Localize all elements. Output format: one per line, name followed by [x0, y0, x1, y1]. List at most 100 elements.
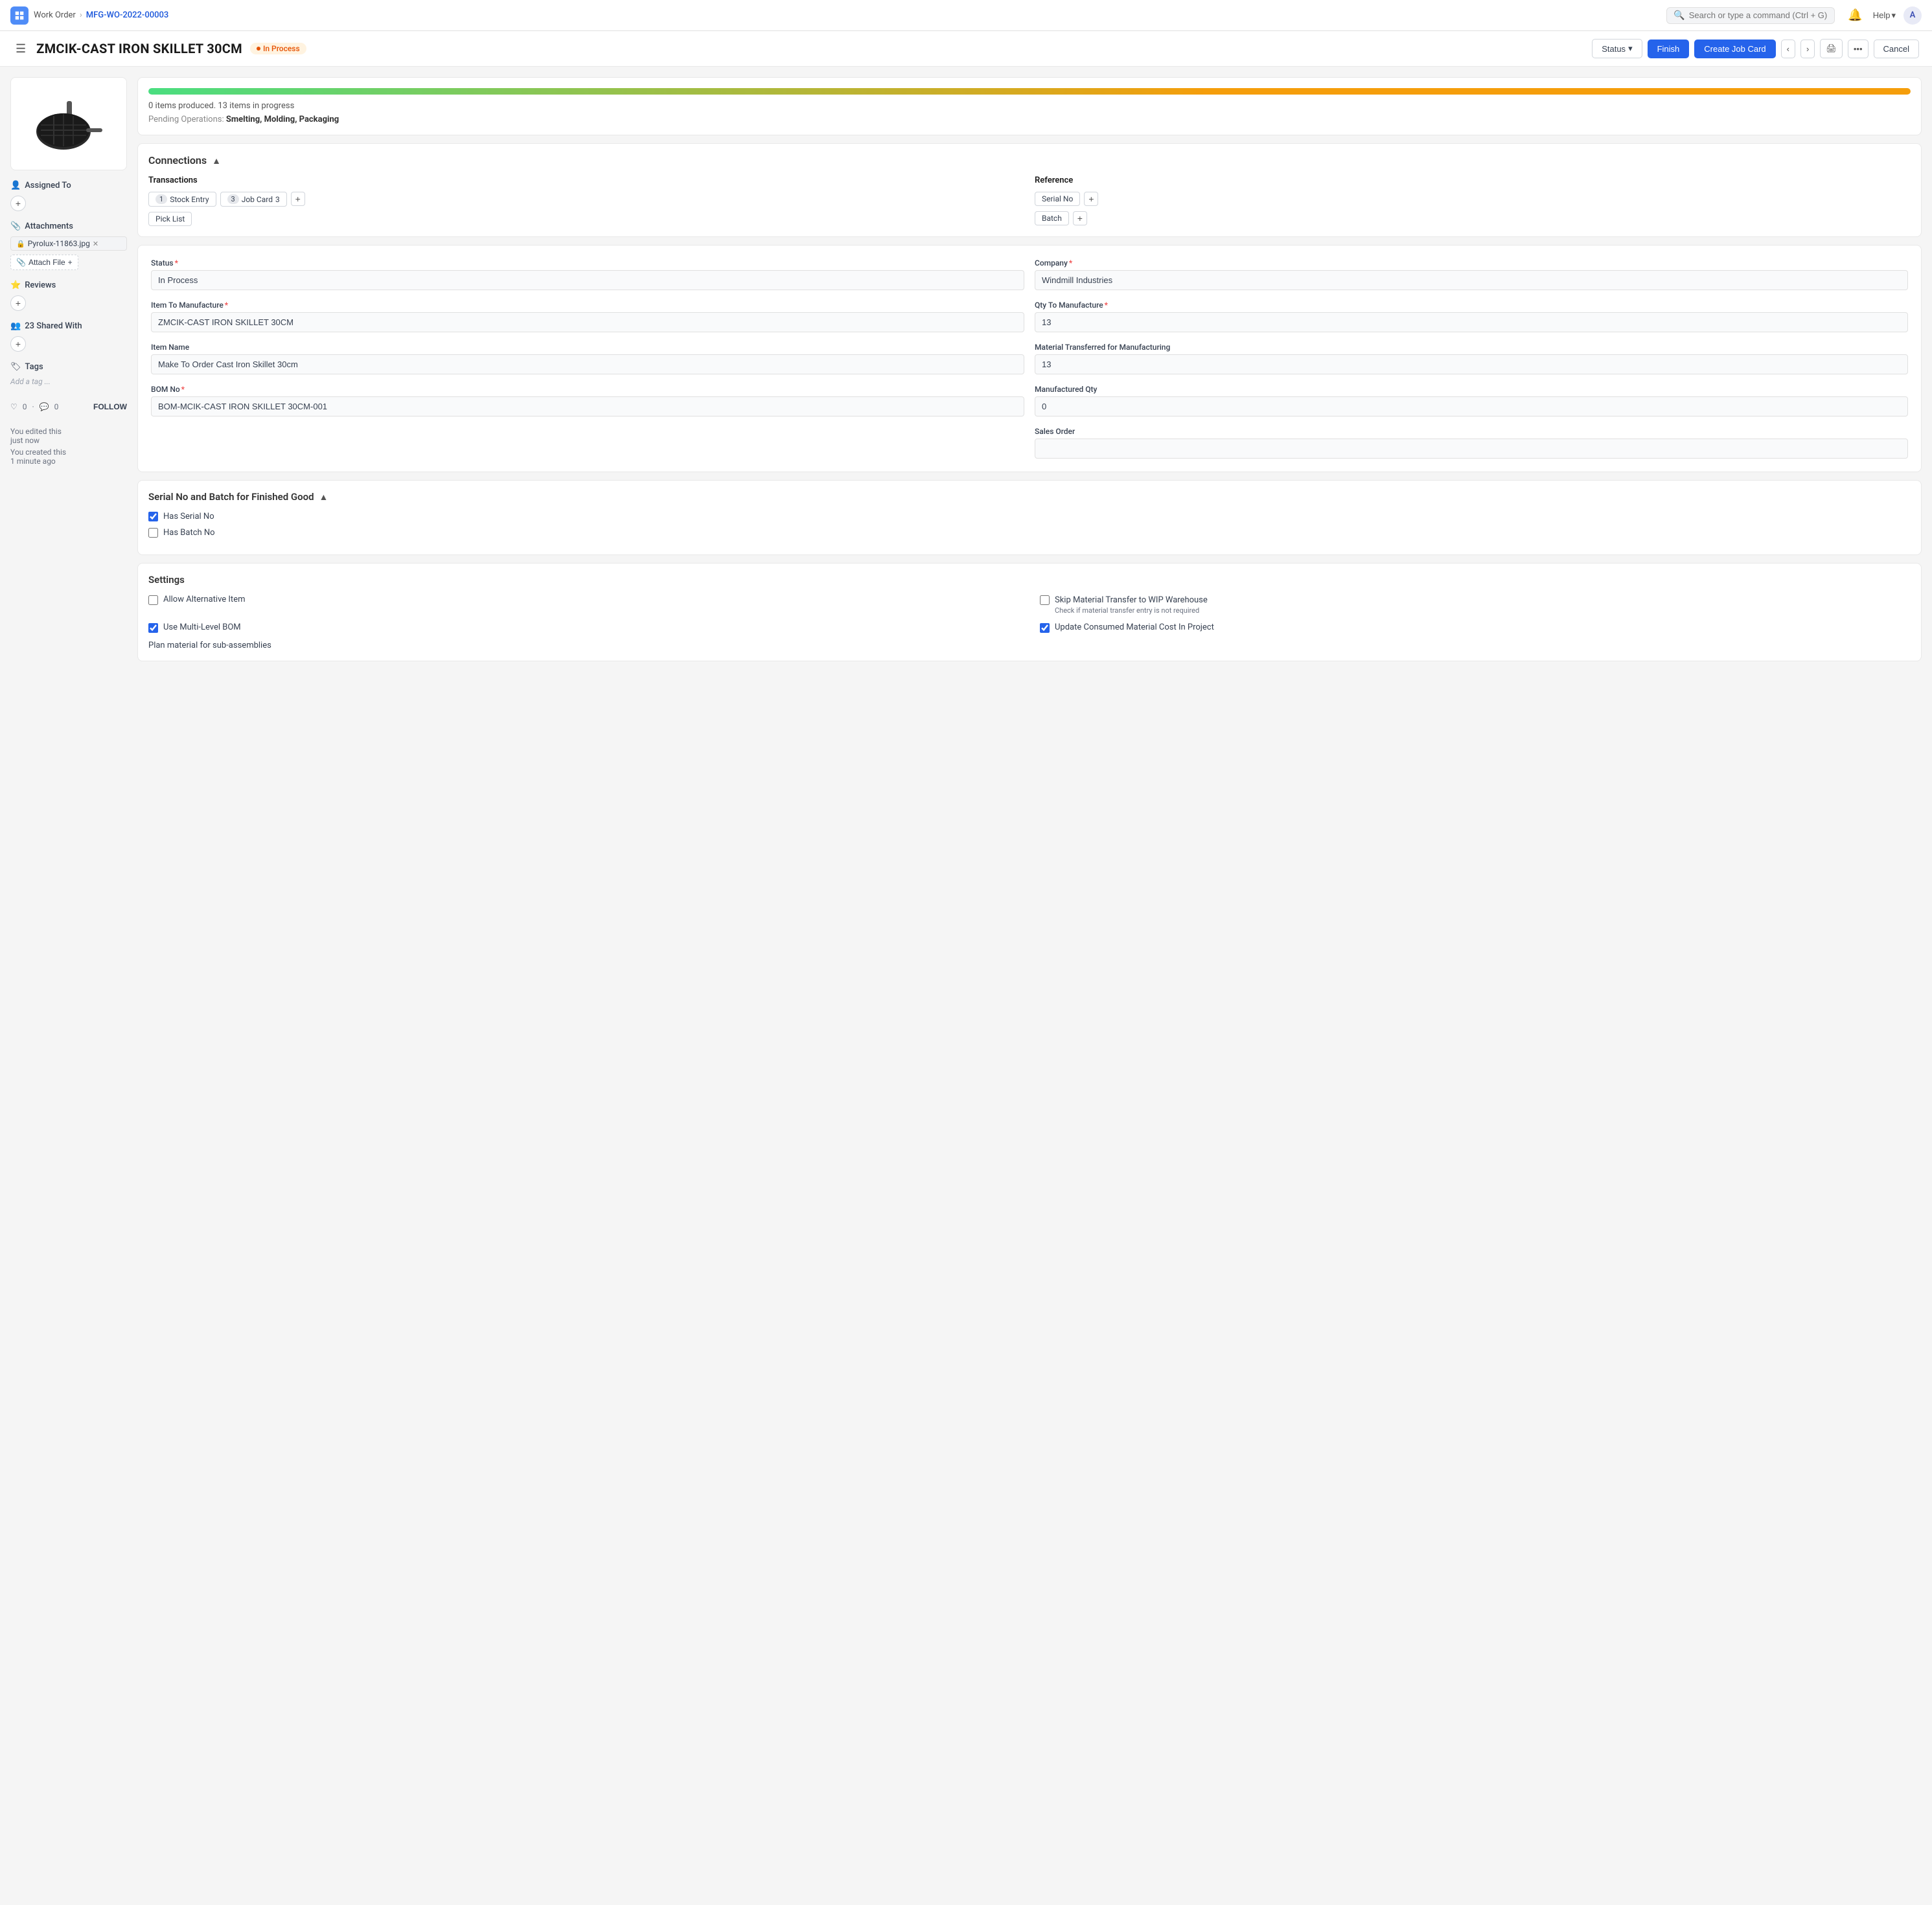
finish-button[interactable]: Finish — [1648, 40, 1690, 58]
status-button[interactable]: Status ▾ — [1592, 39, 1642, 58]
skip-transfer-checkbox[interactable] — [1040, 595, 1050, 605]
create-job-card-button[interactable]: Create Job Card — [1694, 40, 1775, 58]
assigned-to-section: 👤 Assigned To + — [10, 181, 127, 211]
more-button[interactable]: ••• — [1848, 40, 1869, 58]
transactions-tags: 1 Stock Entry 3 Job Card 3 + — [148, 192, 1024, 207]
breadcrumb-work-order[interactable]: Work Order — [34, 10, 76, 20]
update-cost-checkbox[interactable] — [1040, 623, 1050, 633]
serial-batch-card: Serial No and Batch for Finished Good ▲ … — [137, 480, 1922, 555]
batch-row: Batch + — [1035, 211, 1911, 225]
item-name-input[interactable] — [151, 354, 1024, 374]
remove-attachment-button[interactable]: ✕ — [93, 240, 98, 248]
lock-icon: 🔒 — [16, 240, 25, 248]
reactions-bar: ♡ 0 · 💬 0 FOLLOW — [10, 402, 127, 411]
material-transferred-input[interactable] — [1035, 354, 1908, 374]
update-cost-setting: Update Consumed Material Cost In Project — [1040, 622, 1911, 633]
bom-no-input[interactable] — [151, 396, 1024, 416]
add-transaction-button[interactable]: + — [291, 192, 305, 206]
attachment-chip[interactable]: 🔒 Pyrolux-11863.jpg ✕ — [10, 236, 127, 251]
has-serial-checkbox[interactable] — [148, 512, 158, 521]
skip-transfer-subtext: Check if material transfer entry is not … — [1040, 606, 1208, 615]
sales-order-field-group: Sales Order — [1035, 427, 1908, 459]
follow-button[interactable]: FOLLOW — [93, 402, 127, 411]
transactions-title: Transactions — [148, 176, 1024, 185]
bom-no-label: BOM No * — [151, 385, 1024, 394]
qty-to-mfg-input[interactable] — [1035, 312, 1908, 332]
settings-title: Settings — [148, 574, 1911, 586]
skip-transfer-label: Skip Material Transfer to WIP Warehouse — [1055, 595, 1208, 605]
use-multi-bom-label: Use Multi-Level BOM — [163, 622, 241, 632]
breadcrumb-sep: › — [80, 10, 82, 20]
settings-card: Settings Allow Alternative Item Skip Mat… — [137, 563, 1922, 661]
connections-header: Connections ▲ — [148, 154, 1911, 166]
hamburger-button[interactable]: ☰ — [13, 40, 29, 58]
connections-grid: Transactions 1 Stock Entry 3 Job Card 3 … — [148, 176, 1911, 226]
progress-bar-outer — [148, 88, 1911, 95]
help-button[interactable]: Help ▾ — [1873, 10, 1896, 21]
add-batch-button[interactable]: + — [1073, 211, 1087, 225]
app-logo — [10, 6, 29, 25]
product-image-card — [10, 77, 127, 170]
serial-no-tag[interactable]: Serial No — [1035, 192, 1080, 206]
manufactured-qty-field-group: Manufactured Qty — [1035, 385, 1908, 416]
qty-to-mfg-field-group: Qty To Manufacture * — [1035, 301, 1908, 332]
comment-icon: 💬 — [40, 402, 49, 411]
pick-list-row: Pick List — [148, 212, 1024, 226]
status-field-group: Status * — [151, 258, 1024, 290]
status-input[interactable] — [151, 270, 1024, 290]
activity-create: You created this 1 minute ago — [10, 448, 127, 466]
pick-list-tag[interactable]: Pick List — [148, 212, 192, 226]
avatar[interactable]: A — [1903, 6, 1922, 25]
breadcrumb-current[interactable]: MFG-WO-2022-00003 — [86, 10, 169, 20]
notifications-button[interactable]: 🔔 — [1845, 6, 1865, 25]
serial-batch-collapse-button[interactable]: ▲ — [319, 492, 328, 502]
pending-ops: Pending Operations: Smelting, Molding, P… — [148, 115, 1911, 124]
search-input[interactable] — [1689, 10, 1828, 20]
prev-button[interactable]: ‹ — [1781, 40, 1795, 58]
attach-file-button[interactable]: 📎 Attach File + — [10, 255, 78, 270]
job-card-tag[interactable]: 3 Job Card 3 — [220, 192, 287, 207]
navbar-actions: 🔔 Help ▾ A — [1845, 6, 1922, 25]
batch-tag[interactable]: Batch — [1035, 211, 1069, 225]
has-batch-checkbox[interactable] — [148, 528, 158, 538]
sales-order-input[interactable] — [1035, 439, 1908, 459]
connections-collapse-button[interactable]: ▲ — [212, 155, 221, 166]
page-header: ☰ ZMCIK-CAST IRON SKILLET 30CM In Proces… — [0, 31, 1932, 67]
add-tag-label[interactable]: Add a tag ... — [10, 377, 51, 386]
allow-alt-checkbox[interactable] — [148, 595, 158, 605]
item-name-field-group: Item Name — [151, 343, 1024, 374]
breadcrumb: Work Order › MFG-WO-2022-00003 — [34, 10, 168, 20]
item-to-mfg-input[interactable] — [151, 312, 1024, 332]
status-label: Status * — [151, 258, 1024, 268]
shared-with-title: 👥 23 Shared With — [10, 321, 127, 331]
attachments-section: 📎 Attachments 🔒 Pyrolux-11863.jpg ✕ 📎 At… — [10, 222, 127, 270]
progress-text: 0 items produced. 13 items in progress — [148, 101, 1911, 111]
settings-grid: Allow Alternative Item Skip Material Tra… — [148, 595, 1911, 650]
add-serial-no-button[interactable]: + — [1084, 192, 1098, 206]
add-review-button[interactable]: + — [10, 295, 26, 311]
material-transferred-field-group: Material Transferred for Manufacturing — [1035, 343, 1908, 374]
status-badge: In Process — [250, 43, 306, 54]
page-title: ZMCIK-CAST IRON SKILLET 30CM — [36, 41, 242, 56]
progress-bar-inner — [148, 88, 1911, 95]
cancel-button[interactable]: Cancel — [1874, 40, 1919, 58]
assigned-to-title: 👤 Assigned To — [10, 181, 127, 190]
use-multi-bom-checkbox[interactable] — [148, 623, 158, 633]
print-button[interactable]: 🖨 — [1820, 39, 1843, 58]
like-icon: ♡ — [10, 402, 17, 411]
bom-no-field-group: BOM No * — [151, 385, 1024, 416]
attachments-title: 📎 Attachments — [10, 222, 127, 231]
company-field-group: Company * — [1035, 258, 1908, 290]
add-shared-button[interactable]: + — [10, 336, 26, 352]
company-input[interactable] — [1035, 270, 1908, 290]
company-label: Company * — [1035, 258, 1908, 268]
search-bar[interactable]: 🔍 — [1666, 7, 1835, 24]
stock-entry-tag[interactable]: 1 Stock Entry — [148, 192, 216, 207]
tags-title: 🏷 Tags — [10, 362, 127, 372]
next-button[interactable]: › — [1800, 40, 1815, 58]
manufactured-qty-input[interactable] — [1035, 396, 1908, 416]
serial-batch-header: Serial No and Batch for Finished Good ▲ — [148, 491, 1911, 503]
add-assignee-button[interactable]: + — [10, 196, 26, 211]
allow-alt-label: Allow Alternative Item — [163, 595, 245, 604]
logo-icon — [14, 10, 25, 21]
